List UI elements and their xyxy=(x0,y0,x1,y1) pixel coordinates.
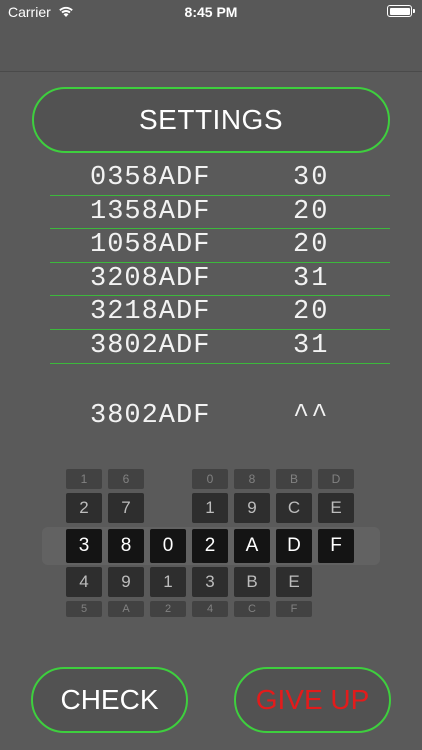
picker-value: E xyxy=(276,567,312,597)
picker-value: 1 xyxy=(192,493,228,523)
status-bar: Carrier 8:45 PM xyxy=(0,0,422,24)
picker-value: 3 xyxy=(192,567,228,597)
picker-wheel[interactable]: 1 2 3 4 5 xyxy=(66,467,102,617)
picker-value: 2 xyxy=(66,493,102,523)
picker-selected-value: F xyxy=(318,529,354,563)
picker-selected-value: D xyxy=(276,529,312,563)
picker-value: 7 xyxy=(108,493,144,523)
history-row: 3802ADF 31 xyxy=(50,330,390,364)
picker-value: 6 xyxy=(108,469,144,489)
current-guess: 3802ADF ^^ xyxy=(50,401,390,437)
battery-icon xyxy=(387,5,415,17)
picker-selected-value: 0 xyxy=(150,529,186,563)
picker-value: B xyxy=(276,469,312,489)
history-row: 3208ADF 31 xyxy=(50,263,390,297)
picker-wheel[interactable]: 6 7 8 9 A xyxy=(108,467,144,617)
picker-value: 1 xyxy=(66,469,102,489)
history-code: 3218ADF xyxy=(90,297,211,328)
picker-value: C xyxy=(276,493,312,523)
clock: 8:45 PM xyxy=(184,4,238,20)
history-score: 30 xyxy=(293,163,330,193)
history-row: 3218ADF 20 xyxy=(50,296,390,330)
picker-selected-value: 3 xyxy=(66,529,102,563)
picker-selected-value: 8 xyxy=(108,529,144,563)
picker-value: 1 xyxy=(150,567,186,597)
history-row: 1358ADF 20 xyxy=(50,196,390,230)
picker-wheel[interactable]: DEF xyxy=(318,467,354,617)
picker-value: 2 xyxy=(150,601,186,617)
history-code: 3802ADF xyxy=(90,330,211,361)
history-score: 20 xyxy=(293,196,330,227)
picker-value: F xyxy=(276,601,312,617)
picker-selected-value: A xyxy=(234,529,270,563)
picker-value: B xyxy=(234,567,270,597)
history-score: 20 xyxy=(293,230,330,261)
picker-wheel[interactable]: 0 1 2 xyxy=(150,467,186,617)
picker-value: 8 xyxy=(234,469,270,489)
check-button[interactable]: CHECK xyxy=(31,667,188,733)
history-code: 3208ADF xyxy=(90,263,211,294)
settings-button[interactable]: SETTINGS xyxy=(32,87,390,153)
history-code: 1058ADF xyxy=(90,230,211,261)
history-code: 0358ADF xyxy=(90,163,211,193)
picker-value: 0 xyxy=(192,469,228,489)
picker-value: 4 xyxy=(66,567,102,597)
history-row: 0358ADF 30 xyxy=(50,162,390,196)
guess-history-list: 0358ADF 30 1358ADF 20 1058ADF 20 3208ADF… xyxy=(50,162,390,364)
history-score: 31 xyxy=(293,330,330,361)
history-code: 1358ADF xyxy=(90,196,211,227)
give-up-button[interactable]: GIVE UP xyxy=(234,667,391,733)
picker-value: 9 xyxy=(234,493,270,523)
picker-value: D xyxy=(318,469,354,489)
picker-value: 5 xyxy=(66,601,102,617)
picker-wheel[interactable]: 0 1 2 3 4 xyxy=(192,467,228,617)
picker-value: 9 xyxy=(108,567,144,597)
picker-selected-value: 2 xyxy=(192,529,228,563)
picker-value: A xyxy=(108,601,144,617)
history-score: 31 xyxy=(293,263,330,294)
picker-wheel[interactable]: 8 9 ABC xyxy=(234,467,270,617)
picker-value: E xyxy=(318,493,354,523)
picker-value: 4 xyxy=(192,601,228,617)
history-row: 1058ADF 20 xyxy=(50,229,390,263)
picker-value: C xyxy=(234,601,270,617)
current-guess-code: 3802ADF xyxy=(90,401,211,431)
current-guess-marker: ^^ xyxy=(293,401,330,431)
picker-wheel[interactable]: BCDEF xyxy=(276,467,312,617)
history-score: 20 xyxy=(293,297,330,328)
